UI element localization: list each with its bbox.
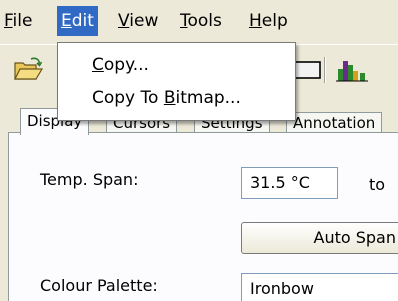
copy-to-bitmap-pre: Copy To xyxy=(92,88,164,108)
menu-edit-accel: E xyxy=(61,11,72,31)
menu-help[interactable]: Help xyxy=(245,6,292,36)
colour-palette-label: Colour Palette: xyxy=(40,276,158,295)
open-folder-button[interactable] xyxy=(12,55,44,85)
copy-menu-item[interactable]: Copy... xyxy=(92,51,149,79)
menu-bar: File Edit View Tools Help xyxy=(0,0,398,42)
copy-to-bitmap-post: itmap... xyxy=(175,88,241,108)
menu-help-rest: elp xyxy=(261,11,288,31)
edit-dropdown-menu: Copy... Copy To Bitmap... xyxy=(57,42,296,121)
auto-span-button[interactable]: Auto Span xyxy=(241,222,398,254)
palette-icon xyxy=(336,61,368,82)
menu-edit[interactable]: Edit xyxy=(57,6,98,36)
colour-palette-select[interactable]: Ironbow xyxy=(241,273,398,301)
copy-to-bitmap-menu-item[interactable]: Copy To Bitmap... xyxy=(92,84,241,112)
menu-file-accel: F xyxy=(4,11,13,31)
menu-view-accel: V xyxy=(118,11,130,31)
copy-post: opy... xyxy=(103,55,149,75)
menu-view-rest: iew xyxy=(129,11,159,31)
menu-file[interactable]: File xyxy=(0,6,36,36)
menu-file-rest: ile xyxy=(12,11,33,31)
toolbar-separator xyxy=(324,57,326,83)
menu-view[interactable]: View xyxy=(114,6,162,36)
copy-to-bitmap-accel: B xyxy=(163,88,176,108)
menu-tools-accel: T xyxy=(180,11,188,31)
tab-annotation[interactable]: Annotation xyxy=(286,112,383,134)
temp-span-min-input[interactable]: 31.5 °C xyxy=(241,167,338,199)
menu-tools-rest: ools xyxy=(187,11,222,31)
menu-tools[interactable]: Tools xyxy=(176,6,226,36)
open-folder-icon xyxy=(14,57,44,80)
palette-button[interactable] xyxy=(334,55,374,85)
copy-accel: C xyxy=(92,55,104,75)
to-label: to xyxy=(369,175,386,194)
menu-edit-rest: dit xyxy=(71,11,94,31)
menu-help-accel: H xyxy=(249,11,262,31)
temp-span-label: Temp. Span: xyxy=(40,170,139,189)
